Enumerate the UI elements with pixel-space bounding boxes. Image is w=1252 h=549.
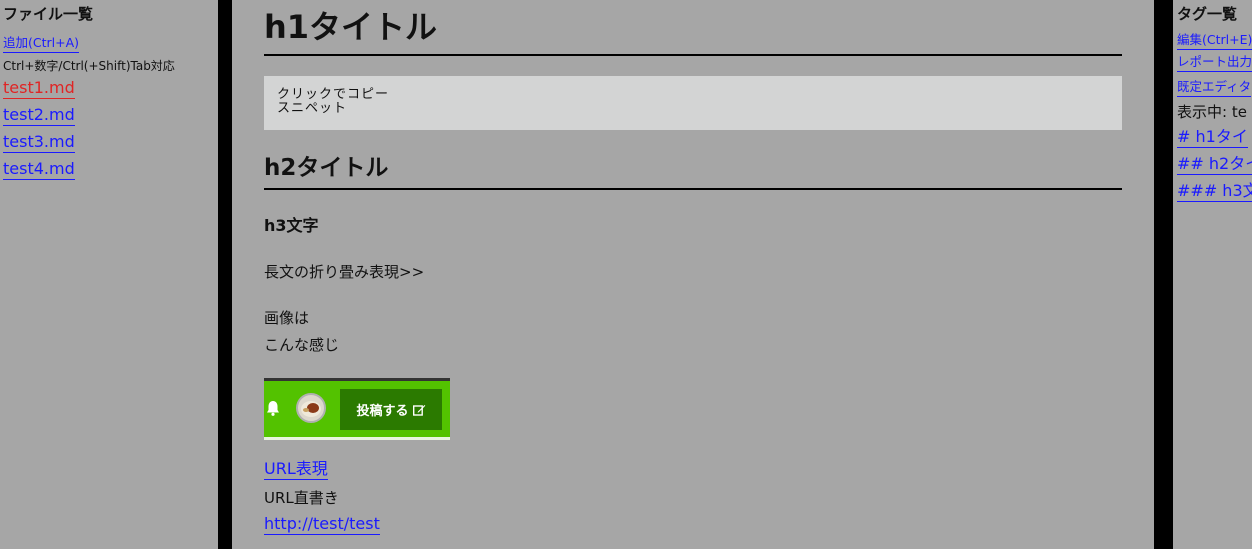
collapsible-summary[interactable]: 長文の折り畳み表現>> xyxy=(264,261,424,282)
h1-underline xyxy=(264,54,1122,56)
paragraph-line-1: 画像は xyxy=(264,309,310,327)
page-title-h1: h1タイトル xyxy=(264,8,438,46)
add-file-link[interactable]: 追加(Ctrl+A) xyxy=(3,32,80,53)
avatar xyxy=(296,393,326,423)
embedded-image: 投稿する xyxy=(264,378,450,440)
code-line-2: スニペット xyxy=(277,101,348,116)
file-list-title: ファイル一覧 xyxy=(3,5,94,23)
markdown-preview: h1タイトル クリックでコピー スニペット h2タイトル h3文字 長文の折り畳… xyxy=(232,0,1154,549)
current-file-indicator: 表示中: te xyxy=(1177,103,1247,121)
heading-h2: h2タイトル xyxy=(264,155,389,181)
url-link[interactable]: URL表現 xyxy=(264,460,328,480)
left-divider[interactable] xyxy=(218,0,232,549)
tag-list-title: タグ一覧 xyxy=(1177,5,1238,23)
tag-item-h2[interactable]: ## h2タイ xyxy=(1177,155,1252,175)
edit-icon xyxy=(412,404,425,416)
file-item-test2[interactable]: test2.md xyxy=(3,106,75,126)
paragraph-line-2: こんな感じ xyxy=(264,336,340,354)
h2-underline xyxy=(264,188,1122,190)
code-snippet-block[interactable]: クリックでコピー スニペット xyxy=(264,76,1122,130)
file-item-test4[interactable]: test4.md xyxy=(3,160,75,180)
edit-tags-link[interactable]: 編集(Ctrl+E) xyxy=(1177,29,1252,50)
file-list-panel: ファイル一覧 追加(Ctrl+A) Ctrl+数字/Ctrl(+Shift)Ta… xyxy=(0,0,218,549)
file-item-test1[interactable]: test1.md xyxy=(3,79,75,99)
default-editor-link[interactable]: 既定エディタ xyxy=(1177,76,1252,97)
post-button-label: 投稿する xyxy=(356,404,409,419)
code-line-1: クリックでコピー xyxy=(277,87,390,102)
heading-h3: h3文字 xyxy=(264,216,319,235)
tag-item-h1[interactable]: # h1タイ xyxy=(1177,128,1248,148)
tag-list-panel: タグ一覧 編集(Ctrl+E) レポート出力 既定エディタ 表示中: te # … xyxy=(1173,0,1252,549)
url-direct-link[interactable]: http://test/test xyxy=(264,515,380,535)
bell-icon xyxy=(267,401,279,416)
url-direct-label: URL直書き xyxy=(264,489,339,507)
tag-item-h3[interactable]: ### h3文 xyxy=(1177,182,1252,202)
file-item-test3[interactable]: test3.md xyxy=(3,133,75,153)
report-export-link[interactable]: レポート出力 xyxy=(1177,51,1252,72)
right-divider[interactable] xyxy=(1154,0,1173,549)
post-button: 投稿する xyxy=(340,389,442,430)
shortcut-hint: Ctrl+数字/Ctrl(+Shift)Tab対応 xyxy=(3,59,175,73)
